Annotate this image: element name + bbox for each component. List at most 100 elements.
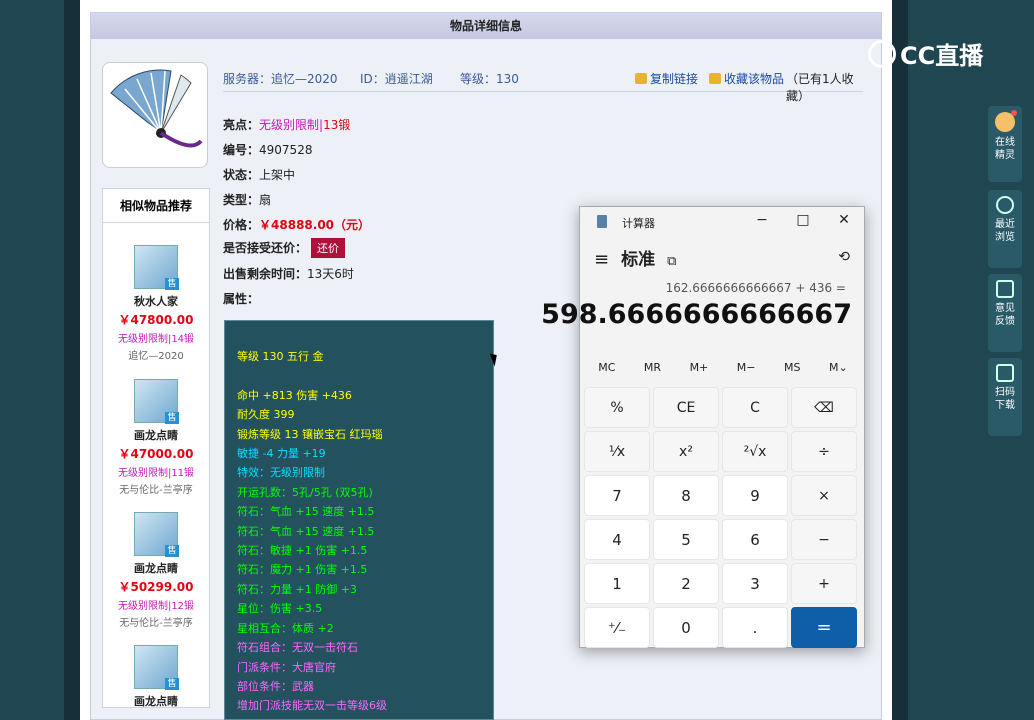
- feedback-button[interactable]: 意见反馈: [988, 274, 1022, 352]
- highlight-label: 亮点：: [223, 118, 260, 132]
- left-background: [0, 0, 80, 720]
- similar-items-panel: 相似物品推荐 售 秋水人家 ￥47800.00 无级别限制|14锻 追忆—202…: [102, 188, 210, 708]
- digit-6-button[interactable]: 6: [722, 519, 788, 560]
- digit-0-button[interactable]: 0: [653, 607, 719, 648]
- highlight-value: 无级别限制|: [259, 118, 324, 132]
- minimize-icon[interactable]: −: [752, 212, 772, 228]
- sell-badge: 售: [165, 678, 179, 690]
- tool-label: 最近浏览: [995, 219, 1015, 243]
- counter-offer-label: 是否接受还价：: [223, 241, 308, 255]
- similar-item-tag: 无级别限制|12锻: [117, 601, 195, 612]
- multiply-button[interactable]: ×: [791, 475, 857, 516]
- memory-store-button[interactable]: MS: [784, 361, 800, 374]
- memory-recall-button[interactable]: MR: [644, 361, 661, 374]
- scan-download-button[interactable]: 扫码下载: [988, 358, 1022, 436]
- digit-8-button[interactable]: 8: [653, 475, 719, 516]
- similar-item[interactable]: 售 画龙点睛 ￥50299.00 无级别限制|12锻 无与伦比-兰亭序: [103, 512, 209, 629]
- clear-entry-button[interactable]: CE: [653, 387, 719, 428]
- price-value: ￥48888.00（元）: [259, 218, 371, 232]
- digit-2-button[interactable]: 2: [653, 563, 719, 604]
- item-info-bar: 服务器：追忆—2020 ID：逍遥江湖 等级：130 复制链接 收藏该物品 （已…: [223, 66, 863, 103]
- attr-line: 敏捷 -4 力量 +19: [237, 447, 326, 461]
- similar-item-server: 追忆—2020: [128, 351, 184, 362]
- attr-line: 命中 +813 伤害 +436: [237, 388, 352, 402]
- equals-button[interactable]: =: [791, 607, 857, 648]
- similar-item-price: ￥47800.00: [118, 313, 194, 327]
- reciprocal-button[interactable]: ¹⁄x: [584, 431, 650, 472]
- recent-browse-button[interactable]: 最近浏览: [988, 190, 1022, 268]
- cc-logo-text: CC直播: [900, 42, 984, 70]
- subtract-button[interactable]: −: [791, 519, 857, 560]
- digit-7-button[interactable]: 7: [584, 475, 650, 516]
- attr-line-spacer: [237, 366, 481, 385]
- digit-3-button[interactable]: 3: [722, 563, 788, 604]
- calculator-window: 计算器 − □ ✕ ≡ 标准 ⧉ ⟲ 162.6666666666667 + 436…: [541, 206, 865, 648]
- history-icon[interactable]: ⟲: [838, 249, 850, 265]
- type-value: 扇: [259, 193, 272, 207]
- attr-line: 耐久度 399: [237, 408, 295, 422]
- calculator-display: 598.6666666666667: [541, 299, 852, 330]
- calculator-expression: 162.6666666666667 + 436 =: [665, 281, 846, 295]
- edit-icon: [996, 280, 1014, 298]
- time-value: 13天6时: [307, 267, 354, 281]
- type-label: 类型：: [223, 193, 260, 207]
- memory-list-button[interactable]: M⌄: [829, 361, 848, 374]
- counter-offer-button[interactable]: 还价: [311, 238, 346, 258]
- attr-line: 符石：敏捷 +1 伤害 +1.5: [237, 544, 368, 558]
- maximize-icon[interactable]: □: [793, 212, 813, 228]
- similar-item-tag: 无级别限制|14锻: [117, 334, 195, 345]
- digit-1-button[interactable]: 1: [584, 563, 650, 604]
- keep-on-top-icon[interactable]: ⧉: [667, 254, 676, 269]
- clear-button[interactable]: C: [722, 387, 788, 428]
- status-label: 状态：: [223, 168, 260, 182]
- online-sprite-button[interactable]: 在线精灵: [988, 106, 1022, 182]
- square-button[interactable]: x²: [653, 431, 719, 472]
- weapon-icon: 售: [134, 379, 179, 424]
- backspace-button[interactable]: ⌫: [791, 387, 857, 428]
- clock-icon: [996, 196, 1014, 214]
- add-button[interactable]: +: [791, 563, 857, 604]
- attr-line: 等级 130 五行 金: [237, 350, 324, 363]
- memory-add-button[interactable]: M+: [690, 361, 709, 374]
- similar-item-name: 秋水人家: [134, 295, 178, 308]
- calculator-titlebar: 计算器 − □ ✕: [580, 207, 864, 237]
- copy-icon: [635, 73, 647, 84]
- digit-5-button[interactable]: 5: [653, 519, 719, 560]
- similar-item[interactable]: 售 秋水人家 ￥47800.00 无级别限制|14锻 追忆—2020: [103, 245, 209, 362]
- weapon-icon: 售: [134, 245, 179, 290]
- similar-item-server: 无与伦比-兰亭序: [119, 618, 193, 629]
- divide-button[interactable]: ÷: [791, 431, 857, 472]
- attr-line: 符石：力量 +1 防御 +3: [237, 582, 357, 596]
- counter-offer-row: 是否接受还价： 还价: [223, 238, 346, 258]
- left-strip: [64, 0, 80, 720]
- attr-line: 锻炼等级 13 镶嵌宝石 红玛瑙: [237, 427, 383, 441]
- similar-item-name: 画龙点睛: [134, 695, 178, 708]
- memory-subtract-button[interactable]: M−: [737, 361, 756, 374]
- status-value: 上架中: [259, 168, 296, 182]
- panel-title: 物品详细信息: [91, 13, 881, 39]
- similar-item[interactable]: 售 画龙点睛 ￥47000.00 无级别限制|11锻 无与伦比-兰亭序: [103, 379, 209, 496]
- seller-id-text: ID：逍遥江湖: [360, 72, 433, 86]
- price-label: 价格：: [223, 218, 260, 232]
- memory-row: MC MR M+ M− MS M⌄: [584, 361, 862, 374]
- item-image: [102, 62, 208, 168]
- decimal-button[interactable]: .: [722, 607, 788, 648]
- copy-link-button[interactable]: 复制链接: [635, 70, 698, 87]
- favorite-label: 收藏该物品: [724, 72, 785, 86]
- highlight-row: 亮点：无级别限制|13锻: [223, 116, 350, 133]
- favorite-button[interactable]: 收藏该物品: [709, 70, 784, 87]
- memory-clear-button[interactable]: MC: [598, 361, 615, 374]
- close-icon[interactable]: ✕: [834, 212, 854, 228]
- sqrt-button[interactable]: ²√x: [722, 431, 788, 472]
- type-row: 类型：扇: [223, 191, 271, 208]
- digit-4-button[interactable]: 4: [584, 519, 650, 560]
- digit-9-button[interactable]: 9: [722, 475, 788, 516]
- mode-title: 标准: [621, 250, 656, 270]
- similar-item[interactable]: 售 画龙点睛: [103, 645, 209, 709]
- similar-item-price: ￥47000.00: [118, 447, 194, 461]
- attr-line: 开运孔数：5孔/5孔 (双5孔): [237, 485, 373, 499]
- negate-button[interactable]: ⁺⁄₋: [584, 607, 650, 648]
- tool-label: 扫码下载: [995, 387, 1015, 411]
- menu-icon[interactable]: ≡: [594, 249, 609, 270]
- percent-button[interactable]: %: [584, 387, 650, 428]
